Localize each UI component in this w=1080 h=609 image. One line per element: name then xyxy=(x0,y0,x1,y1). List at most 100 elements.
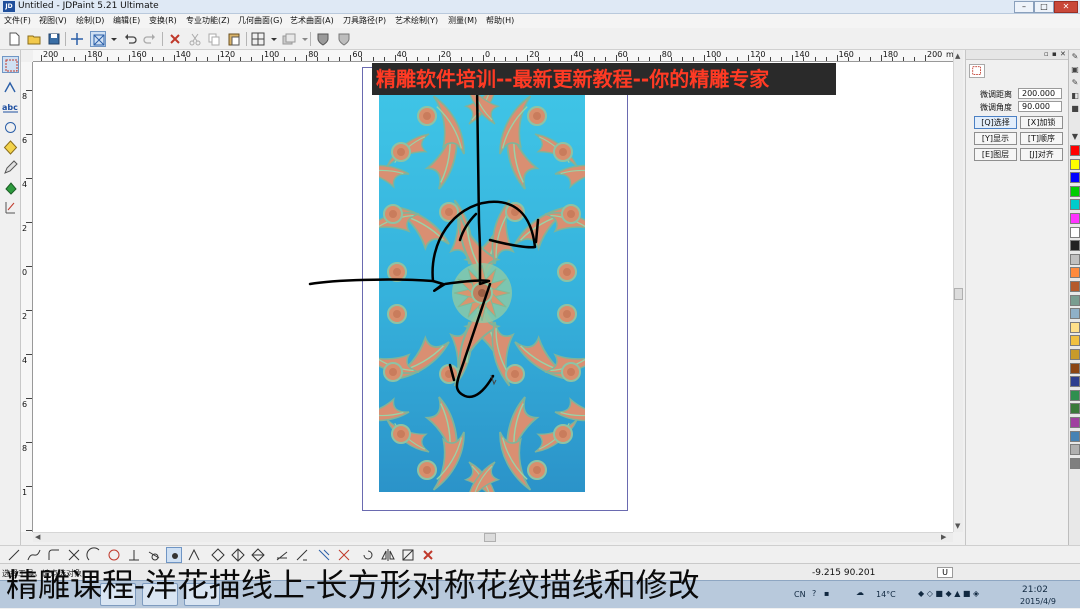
transform-tool-icon[interactable] xyxy=(2,139,19,156)
network-icon[interactable]: ▪ xyxy=(824,589,829,598)
selection-tab-icon[interactable] xyxy=(969,64,985,78)
vertical-scrollbar[interactable]: ▲ ▼ xyxy=(953,50,963,532)
cut-icon[interactable] xyxy=(187,31,203,47)
select-tool-icon[interactable] xyxy=(2,56,19,73)
delete-icon[interactable] xyxy=(167,31,183,47)
color-swatch[interactable] xyxy=(1070,185,1080,197)
shield-alt-icon[interactable] xyxy=(336,31,352,47)
grid-dropdown-icon[interactable] xyxy=(266,31,277,47)
arc-tool-icon[interactable] xyxy=(86,547,102,563)
horizontal-scrollbar[interactable]: ◀ ▶ xyxy=(33,532,953,542)
language-indicator[interactable]: CN xyxy=(794,590,806,599)
scroll-down-icon[interactable]: ▼ xyxy=(955,522,960,530)
color-swatch[interactable] xyxy=(1070,417,1080,428)
drawing-canvas[interactable]: 精雕软件培训--最新更新教程--你的精雕专家 xyxy=(33,62,953,532)
redo-icon[interactable] xyxy=(142,31,158,47)
color-swatch[interactable] xyxy=(1070,321,1080,333)
color-swatch[interactable] xyxy=(1070,158,1080,170)
pen-tool-icon[interactable] xyxy=(2,159,19,176)
traced-polyline-overlay[interactable] xyxy=(33,62,953,532)
layer-button[interactable]: [E]图层 xyxy=(974,148,1017,161)
window-zoom-icon[interactable] xyxy=(90,31,106,47)
menu-professional[interactable]: 专业功能(Z) xyxy=(186,15,230,26)
tray-apps-icon[interactable]: ◆ ◇ ■ ◆ ▲ ■ ◈ xyxy=(918,589,979,598)
minimize-button[interactable]: – xyxy=(1014,1,1034,13)
color-swatch[interactable] xyxy=(1070,253,1080,265)
vertical-scroll-thumb[interactable] xyxy=(954,288,963,300)
layers-icon[interactable] xyxy=(281,31,297,47)
shape-tool-icon[interactable] xyxy=(2,119,19,136)
color-swatch[interactable] xyxy=(1070,240,1080,252)
text-tool-icon[interactable]: abc xyxy=(2,99,19,116)
select-button[interactable]: [Q]选择 xyxy=(974,116,1017,129)
circle-snap-icon[interactable] xyxy=(106,547,122,563)
spline-tool-icon[interactable] xyxy=(26,547,42,563)
scroll-up-icon[interactable]: ▲ xyxy=(955,52,960,60)
grid-icon[interactable] xyxy=(250,31,266,47)
shield-icon[interactable] xyxy=(315,31,331,47)
palette-pen-icon[interactable]: ✎ xyxy=(1070,52,1080,62)
extend-icon[interactable] xyxy=(294,547,310,563)
color-swatch[interactable] xyxy=(1070,213,1080,224)
node-edit-icon[interactable] xyxy=(2,79,19,96)
maximize-button[interactable]: □ xyxy=(1034,1,1054,13)
perpendicular-icon[interactable] xyxy=(126,547,142,563)
color-swatch[interactable] xyxy=(1070,430,1080,442)
palette-brush-icon[interactable]: ✎ xyxy=(1070,78,1080,88)
menu-view[interactable]: 视图(V) xyxy=(39,15,67,26)
open-folder-icon[interactable] xyxy=(26,31,42,47)
color-swatch[interactable] xyxy=(1070,376,1080,388)
new-file-icon[interactable] xyxy=(6,31,22,47)
color-swatch[interactable] xyxy=(1070,349,1080,360)
palette-color-icon[interactable]: ■ xyxy=(1070,104,1080,114)
menu-geometric-surface[interactable]: 几何曲面(G) xyxy=(238,15,282,26)
weather-cloud-icon[interactable]: ☁ xyxy=(856,588,864,597)
node-snap-icon[interactable] xyxy=(166,547,182,563)
menu-draw[interactable]: 绘制(D) xyxy=(76,15,104,26)
menu-art-draw[interactable]: 艺术绘制(Y) xyxy=(395,15,438,26)
fill-tool-icon[interactable] xyxy=(2,179,19,196)
align-button[interactable]: [J]对齐 xyxy=(1020,148,1063,161)
panel-restore-icon[interactable]: ▫ xyxy=(1044,50,1049,58)
line-tool-icon[interactable] xyxy=(6,547,22,563)
panel-close-icon[interactable]: ✕ xyxy=(1060,50,1066,58)
color-swatch[interactable] xyxy=(1070,444,1080,456)
close-button[interactable]: ✕ xyxy=(1054,1,1078,13)
crosshair-icon[interactable] xyxy=(69,31,85,47)
color-swatch[interactable] xyxy=(1070,267,1080,279)
layers-dropdown-icon[interactable] xyxy=(297,31,308,47)
undo-icon[interactable] xyxy=(122,31,138,47)
palette-picker-icon[interactable]: ▣ xyxy=(1070,65,1080,75)
menu-measure[interactable]: 测量(M) xyxy=(448,15,477,26)
clock-time[interactable]: 21:02 xyxy=(1022,585,1048,595)
color-swatch[interactable] xyxy=(1070,281,1080,292)
color-swatch[interactable] xyxy=(1070,294,1080,306)
corner-tool-icon[interactable] xyxy=(46,547,62,563)
color-swatch[interactable] xyxy=(1070,145,1080,156)
tangent-icon[interactable] xyxy=(146,547,162,563)
menu-edit[interactable]: 编辑(E) xyxy=(113,15,140,26)
color-swatch[interactable] xyxy=(1070,308,1080,320)
diamond-icon[interactable] xyxy=(210,547,226,563)
color-swatch[interactable] xyxy=(1070,335,1080,347)
snap-toggle[interactable]: U xyxy=(937,567,953,578)
horizontal-scroll-thumb[interactable] xyxy=(484,533,496,542)
remove-icon[interactable] xyxy=(420,547,436,563)
clock-date[interactable]: 2015/4/9 xyxy=(1020,597,1056,606)
measure-tool-icon[interactable] xyxy=(2,199,19,216)
color-swatch[interactable] xyxy=(1070,362,1080,374)
paste-icon[interactable] xyxy=(226,31,242,47)
color-swatch[interactable] xyxy=(1070,172,1080,184)
trim-icon[interactable] xyxy=(274,547,290,563)
menu-transform[interactable]: 变换(R) xyxy=(149,15,177,26)
diamond-grid-icon[interactable] xyxy=(250,547,266,563)
menu-file[interactable]: 文件(F) xyxy=(4,15,31,26)
menu-help[interactable]: 帮助(H) xyxy=(486,15,514,26)
show-button[interactable]: [Y]显示 xyxy=(974,132,1017,145)
panel-pin-icon[interactable]: ▪ xyxy=(1052,50,1057,58)
palette-scroll-icon[interactable]: ▼ xyxy=(1070,132,1080,142)
mirror-icon[interactable] xyxy=(380,547,396,563)
menu-toolpath[interactable]: 刀具路径(P) xyxy=(343,15,386,26)
help-icon[interactable]: ? xyxy=(812,589,816,598)
palette-fill-icon[interactable]: ◧ xyxy=(1070,91,1080,101)
